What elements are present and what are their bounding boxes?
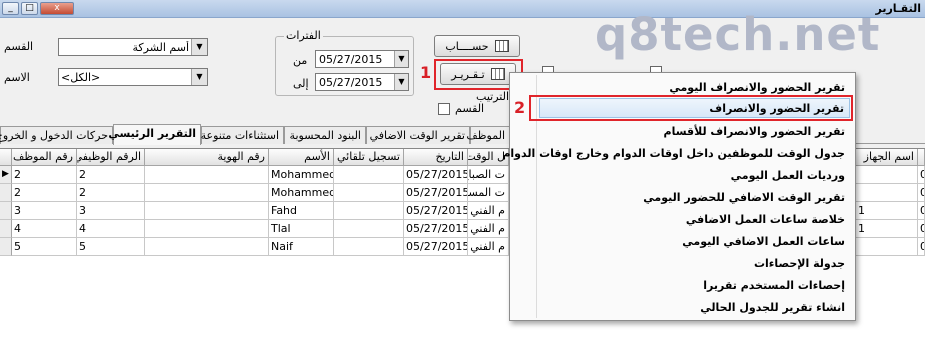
col-header-date[interactable]: التاريخ: [404, 149, 468, 166]
menu-item-attendance-by-dept[interactable]: تقرير الحضور والانصراف للأقسام: [664, 122, 845, 142]
window-title: التقـارير: [875, 2, 921, 15]
minimize-button[interactable]: _: [2, 2, 19, 15]
menu-item-overtime-summary[interactable]: خلاصة ساعات العمل الاضافي: [686, 210, 845, 230]
col-header-id-no[interactable]: رقم الهوية: [145, 149, 269, 166]
to-date-picker[interactable]: 05/27/2015 ▼: [315, 73, 409, 91]
tab-employee[interactable]: الموظف: [466, 126, 510, 144]
col-header-job-no[interactable]: الرقم الوظيفي: [77, 149, 145, 166]
tab-entry-exit-movements[interactable]: حركات الدخول و الخروج: [0, 126, 113, 144]
calendar-dropdown-icon[interactable]: ▼: [394, 51, 408, 67]
row-pointer-icon: ▶: [0, 166, 12, 184]
chevron-down-icon[interactable]: ▼: [191, 39, 207, 55]
menu-item-daily-shifts[interactable]: ورديات العمل اليومي: [731, 166, 845, 186]
chevron-down-icon[interactable]: ▼: [191, 69, 207, 85]
menu-item-daily-overtime-hours[interactable]: ساعات العمل الاضافي اليومي: [682, 232, 845, 252]
menu-item-time-table[interactable]: جدول الوقت للموظفين داخل اوقات الدوام وخ…: [502, 144, 845, 164]
company-select[interactable]: أسم الشركة ▼: [58, 38, 208, 56]
menu-item-user-stats[interactable]: إحصاءات المستخدم تقريرا: [703, 276, 845, 296]
calendar-dropdown-icon[interactable]: ▼: [394, 74, 408, 90]
company-label: القسم: [4, 40, 34, 53]
tab-misc-exceptions[interactable]: استثناءات متنوعة: [201, 126, 284, 144]
calculator-icon: [494, 40, 509, 52]
col-header-extra: [918, 149, 925, 166]
watermark: q8tech.net: [595, 8, 881, 61]
periods-caption: الفترات: [284, 29, 323, 42]
from-date-picker[interactable]: 05/27/2015 ▼: [315, 50, 409, 68]
window-controls: _ □ x: [2, 2, 74, 15]
name-select[interactable]: <الكل> ▼: [58, 68, 208, 86]
close-button[interactable]: x: [40, 2, 74, 15]
name-label: الاسم: [4, 71, 30, 84]
col-header-auto-register[interactable]: تسجيل تلقائي: [334, 149, 404, 166]
annotation-number-1: 1: [420, 63, 432, 82]
col-header-device-name[interactable]: اسم الجهاز: [856, 149, 918, 166]
calculate-button[interactable]: حســــاب: [434, 35, 520, 57]
menu-item-stats-schedule[interactable]: جدولة الإحصاءات: [754, 254, 845, 274]
tab-overtime-report[interactable]: تقرير الوقت الاضافي: [366, 126, 470, 144]
sort-dept-checkbox[interactable]: [438, 103, 450, 115]
maximize-button[interactable]: □: [21, 2, 38, 15]
menu-item-create-report[interactable]: انشاء تقرير للجدول الحالي: [700, 298, 845, 318]
col-header-employee-no[interactable]: رقم الموظف: [12, 149, 77, 166]
grid-corner: [0, 149, 12, 166]
col-header-name[interactable]: الأسم: [269, 149, 334, 166]
to-label: إلى: [293, 77, 309, 90]
annotation-number-2: 2: [514, 98, 526, 117]
tab-main-report[interactable]: التقرير الرئيسي: [108, 124, 201, 145]
highlight-menu-item: [529, 95, 853, 121]
tab-calculated-items[interactable]: البنود المحسوبة: [284, 126, 366, 144]
menu-item-daily-overtime[interactable]: تقرير الوقت الاضافي للحضور اليومي: [643, 188, 845, 208]
from-label: من: [293, 54, 308, 67]
sort-dept-label: القسم: [455, 102, 485, 115]
